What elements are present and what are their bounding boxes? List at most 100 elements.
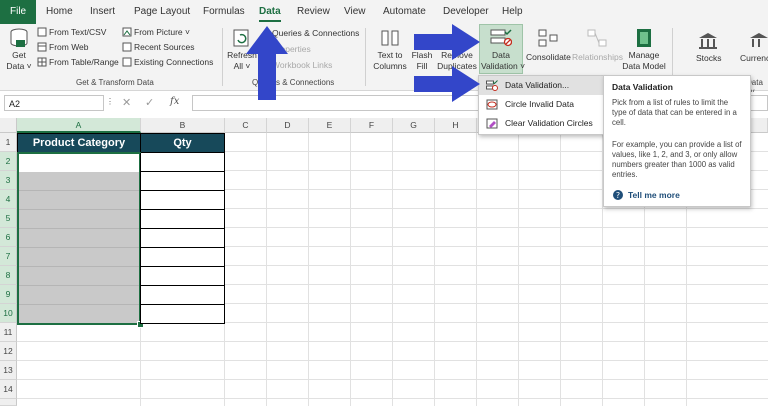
row-header-13[interactable]: 13	[0, 361, 17, 380]
row-header-12[interactable]: 12	[0, 342, 17, 361]
column-header-h[interactable]: H	[435, 118, 477, 133]
get-data-label-2: Data ˅	[6, 61, 32, 71]
currencies-button[interactable]: Currencies	[740, 53, 768, 63]
row-header-1[interactable]: 1	[0, 133, 17, 152]
row-header-6[interactable]: 6	[0, 228, 17, 247]
text-to-columns-label-2: Columns	[373, 61, 407, 71]
row-header-9[interactable]: 9	[0, 285, 17, 304]
text-to-columns-button[interactable]: Text to Columns	[370, 50, 410, 72]
tab-home[interactable]: Home	[46, 0, 73, 24]
gridline	[308, 133, 309, 406]
tab-formulas[interactable]: Formulas	[203, 0, 245, 24]
column-header-e[interactable]: E	[309, 118, 351, 133]
tab-insert[interactable]: Insert	[90, 0, 115, 24]
data-validation-icon	[490, 29, 512, 47]
insert-function-icon[interactable]: fx	[170, 96, 179, 107]
cell-b1-header[interactable]: Qty	[140, 133, 225, 153]
text-to-columns-icon	[381, 30, 399, 46]
from-text-csv-button[interactable]: From Text/CSV	[49, 27, 106, 37]
menu-item-data-validation[interactable]: Data Validation...	[479, 76, 604, 95]
circle-invalid-icon	[486, 99, 498, 110]
tab-automate[interactable]: Automate	[383, 0, 426, 24]
tell-me-more-link[interactable]: Tell me more	[628, 190, 680, 200]
stocks-icon	[699, 33, 717, 49]
tab-help[interactable]: Help	[502, 0, 523, 24]
row-header-11[interactable]: 11	[0, 323, 17, 342]
cell-b4[interactable]	[140, 191, 225, 210]
name-box-dropdown-icon[interactable]: ⋮	[106, 97, 114, 109]
cell-b8[interactable]	[140, 267, 225, 286]
recent-sources-button[interactable]: Recent Sources	[134, 42, 194, 52]
manage-data-model-icon	[637, 29, 651, 47]
cell-a1-header[interactable]: Product Category	[17, 133, 141, 153]
row-header-3[interactable]: 3	[0, 171, 17, 190]
web-icon	[37, 42, 47, 52]
tab-view[interactable]: View	[344, 0, 366, 24]
column-header-a[interactable]: A	[17, 118, 141, 133]
tab-page-layout[interactable]: Page Layout	[134, 0, 190, 24]
help-icon: ?	[613, 190, 623, 200]
from-table-range-button[interactable]: From Table/Range	[49, 57, 119, 67]
row-header-5[interactable]: 5	[0, 209, 17, 228]
cancel-icon[interactable]: ✕	[122, 96, 131, 109]
ribbon-tab-bar: File Home Insert Page Layout Formulas Da…	[0, 0, 768, 24]
column-header-c[interactable]: C	[225, 118, 267, 133]
gridline	[17, 360, 768, 361]
cell-b7[interactable]	[140, 248, 225, 267]
gridline	[392, 133, 393, 406]
get-data-button[interactable]: Get Data ˅	[4, 50, 34, 72]
tab-file[interactable]: File	[0, 0, 37, 24]
get-data-label-1: Get	[12, 50, 26, 60]
tab-developer[interactable]: Developer	[443, 0, 489, 24]
relationships-button[interactable]: Relationships	[572, 52, 623, 62]
menu-item-circle-invalid-data[interactable]: Circle Invalid Data	[479, 95, 604, 114]
cell-b9[interactable]	[140, 286, 225, 305]
menu-item-clear-circles-label: Clear Validation Circles	[505, 118, 593, 128]
cell-b5[interactable]	[140, 210, 225, 229]
tooltip-title: Data Validation	[612, 82, 673, 92]
annotation-arrow-right-icon	[414, 66, 480, 102]
cell-b3[interactable]	[140, 172, 225, 191]
column-header-g[interactable]: G	[393, 118, 435, 133]
row-header-2[interactable]: 2	[0, 152, 17, 171]
tab-data[interactable]: Data	[259, 0, 281, 22]
row-header-14[interactable]: 14	[0, 380, 17, 399]
cell-b2[interactable]	[140, 153, 225, 172]
svg-text:?: ?	[616, 191, 620, 200]
manage-data-model-label-1: Manage	[628, 50, 660, 60]
column-header-b[interactable]: B	[141, 118, 225, 133]
stocks-button[interactable]: Stocks	[696, 53, 722, 63]
from-picture-button[interactable]: From Picture ˅	[134, 27, 190, 37]
column-header-f[interactable]: F	[351, 118, 393, 133]
gridline	[560, 133, 561, 406]
text-file-icon	[37, 27, 47, 37]
from-web-button[interactable]: From Web	[49, 42, 89, 52]
data-validation-tooltip: Data Validation Pick from a list of rule…	[603, 75, 751, 207]
gridline	[350, 133, 351, 406]
row-header-7[interactable]: 7	[0, 247, 17, 266]
name-box[interactable]: A2	[4, 95, 104, 111]
enter-check-icon[interactable]: ✓	[145, 96, 154, 109]
existing-connections-button[interactable]: Existing Connections	[134, 57, 213, 67]
cell-b10[interactable]	[140, 305, 225, 324]
tab-review[interactable]: Review	[297, 0, 330, 24]
data-validation-label-1: Data	[492, 50, 510, 60]
existing-connections-icon	[122, 57, 132, 67]
data-validation-label: Data Validation ˅	[481, 50, 525, 72]
currencies-icon	[750, 33, 768, 47]
row-header-8[interactable]: 8	[0, 266, 17, 285]
recent-sources-icon	[122, 42, 132, 52]
tooltip-description: Pick from a list of rules to limit the t…	[612, 98, 737, 127]
cell-b6[interactable]	[140, 229, 225, 248]
row-header-10[interactable]: 10	[0, 304, 17, 323]
select-all-corner[interactable]	[0, 118, 17, 133]
row-header-4[interactable]: 4	[0, 190, 17, 209]
manage-data-model-button[interactable]: Manage Data Model	[620, 50, 668, 72]
menu-item-clear-validation-circles[interactable]: Clear Validation Circles	[479, 114, 604, 133]
gridline	[17, 379, 768, 380]
selection-border	[17, 152, 141, 325]
table-icon	[37, 57, 47, 67]
column-header-d[interactable]: D	[267, 118, 309, 133]
consolidate-button[interactable]: Consolidate	[526, 52, 571, 62]
row-header-15[interactable]	[0, 399, 17, 406]
